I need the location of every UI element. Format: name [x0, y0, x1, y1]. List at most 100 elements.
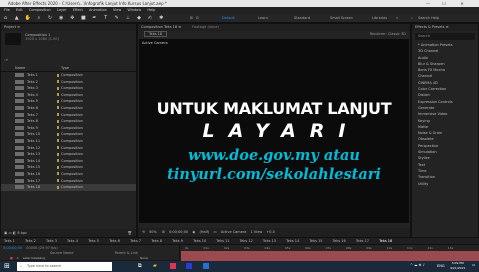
- project-item[interactable]: Teks 16 Composition: [1, 171, 136, 178]
- resolution-grid-icon[interactable]: ⊞: [162, 230, 165, 234]
- project-item[interactable]: Teks 12 Composition: [1, 145, 136, 152]
- roto-brush-tool-icon[interactable]: ✍: [147, 15, 154, 22]
- workspace-small-screen[interactable]: Small Screen: [330, 14, 353, 23]
- project-item[interactable]: Teks 9 Composition: [1, 125, 136, 132]
- clone-stamp-tool-icon[interactable]: ⊥: [124, 15, 131, 22]
- project-item[interactable]: Teks 10 Composition: [1, 131, 136, 138]
- windows-start-icon[interactable]: ⊞: [4, 262, 10, 270]
- notification-icon[interactable]: ▭: [472, 263, 475, 267]
- effects-tab[interactable]: Effects & Presets ≡: [412, 24, 478, 31]
- minimize-button[interactable]: —: [421, 0, 435, 7]
- taskbar-clock[interactable]: 3:09 PM 4/21/2021: [450, 261, 465, 271]
- timeline-tab[interactable]: Teks 1: [4, 239, 15, 243]
- timeline-tab[interactable]: Teks 13: [263, 239, 276, 243]
- project-item[interactable]: Teks 1 Composition: [1, 72, 136, 79]
- timeline-tab[interactable]: Teks 2: [25, 239, 36, 243]
- selection-tool-icon[interactable]: ▲: [13, 15, 20, 22]
- pan-behind-tool-icon[interactable]: ✥: [69, 15, 76, 22]
- col-parent-link[interactable]: Parent & Link: [115, 251, 138, 255]
- col-name-header[interactable]: Name: [15, 66, 25, 70]
- timeline-tab[interactable]: Teks 14: [286, 239, 299, 243]
- taskbar-search-box[interactable]: ⌕ Type here to search: [17, 262, 112, 271]
- menu-layer[interactable]: Layer: [57, 8, 67, 12]
- system-tray-icons[interactable]: ^ ☁ ⊕ ♪: [410, 263, 425, 267]
- timeline-tab[interactable]: Teks 12: [240, 239, 253, 243]
- project-item[interactable]: Teks 7 Composition: [1, 112, 136, 119]
- timeline-tab[interactable]: Teks 10: [193, 239, 206, 243]
- timeline-tab[interactable]: Teks 11: [216, 239, 229, 243]
- language-indicator[interactable]: ENG: [437, 264, 445, 268]
- timeline-tab-active[interactable]: Teks 18: [379, 239, 392, 243]
- app-taskbar-icon[interactable]: [170, 263, 176, 269]
- timeline-track-area[interactable]: 0s 01s 02s 03s 04s 05s 06s 07s 08s 09s 1…: [181, 245, 479, 261]
- delete-icon[interactable]: 🗑: [128, 229, 132, 237]
- view-layout-dropdown[interactable]: 1 View: [251, 230, 263, 234]
- effects-category[interactable]: Utility: [412, 181, 478, 187]
- project-tab[interactable]: Project ≡: [1, 24, 136, 31]
- bpc-label[interactable]: 8 bpc: [17, 231, 27, 235]
- 3d-view-dropdown[interactable]: Active Camera: [221, 230, 247, 234]
- project-item[interactable]: Teks 11 Composition: [1, 138, 136, 145]
- project-item[interactable]: Teks 5 Composition: [1, 98, 136, 105]
- menu-animation[interactable]: Animation: [89, 8, 107, 12]
- snapshot-icon[interactable]: ◉: [192, 230, 195, 234]
- menu-effect[interactable]: Effect: [73, 8, 83, 12]
- home-icon[interactable]: ⌂: [2, 15, 9, 22]
- menu-window[interactable]: Window: [127, 8, 141, 12]
- project-item[interactable]: Teks 14 Composition: [1, 158, 136, 165]
- project-item[interactable]: Teks 6 Composition: [1, 105, 136, 112]
- menu-file[interactable]: File: [4, 8, 10, 12]
- align-icon[interactable]: ⊞: [190, 14, 193, 23]
- timeline-tab[interactable]: Teks 4: [67, 239, 78, 243]
- hand-tool-icon[interactable]: ✋: [24, 15, 31, 22]
- timeline-tab[interactable]: Teks 9: [172, 239, 183, 243]
- time-ruler[interactable]: 0s 01s 02s 03s 04s 05s 06s 07s 08s 09s 1…: [181, 245, 479, 251]
- project-item-selected[interactable]: Teks 18 Composition: [1, 184, 136, 191]
- project-item[interactable]: Teks 8 Composition: [1, 118, 136, 125]
- timeline-tab[interactable]: Teks 7: [130, 239, 141, 243]
- menu-composition[interactable]: Composition: [29, 8, 51, 12]
- interpret-footage-icon[interactable]: ▣: [4, 231, 7, 235]
- project-search-bar[interactable]: ⌕▾: [1, 57, 136, 65]
- footage-tab[interactable]: Footage (none): [192, 25, 219, 29]
- timeline-tab[interactable]: Teks 6: [109, 239, 120, 243]
- timeline-tab[interactable]: Teks 5: [88, 239, 99, 243]
- col-source-name[interactable]: Source Name: [50, 251, 73, 255]
- magnification-dropdown[interactable]: 50%: [149, 230, 157, 234]
- menu-help[interactable]: Help: [147, 8, 155, 12]
- timeline-tab[interactable]: Teks 16: [333, 239, 346, 243]
- workspace-learn[interactable]: Learn: [258, 14, 268, 23]
- project-item[interactable]: Teks 13 Composition: [1, 151, 136, 158]
- renderer-label[interactable]: Renderer: Classic 3D: [370, 31, 406, 38]
- camera-tool-icon[interactable]: ◉: [58, 15, 65, 22]
- workspace-standard[interactable]: Standard: [294, 14, 310, 23]
- brush-tool-icon[interactable]: ✎: [113, 15, 120, 22]
- project-item[interactable]: Teks 3 Composition: [1, 85, 136, 92]
- snapping-icon[interactable]: ⊡: [196, 14, 199, 23]
- shape-tool-icon[interactable]: ■: [80, 15, 87, 22]
- viewer-timecode[interactable]: 0;00;00;00: [169, 230, 188, 234]
- project-item[interactable]: Teks 4 Composition: [1, 92, 136, 99]
- workspace-more-icon[interactable]: »: [396, 14, 398, 23]
- project-item[interactable]: Teks 2 Composition: [1, 79, 136, 86]
- workspace-libraries[interactable]: Libraries: [372, 14, 387, 23]
- menu-edit[interactable]: Edit: [16, 8, 23, 12]
- new-comp-icon[interactable]: ◧: [13, 231, 16, 235]
- after-effects-taskbar-icon[interactable]: [186, 263, 192, 269]
- always-preview-icon[interactable]: ⟲: [142, 230, 145, 234]
- zoom-tool-icon[interactable]: ⌕: [35, 15, 42, 22]
- eraser-tool-icon[interactable]: ◆: [136, 15, 143, 22]
- menu-view[interactable]: View: [113, 8, 121, 12]
- pen-tool-icon[interactable]: ✒: [91, 15, 98, 22]
- timeline-tab[interactable]: Teks 17: [356, 239, 369, 243]
- word-taskbar-icon[interactable]: [203, 263, 209, 269]
- timeline-timecode[interactable]: 0;00;00;00: [3, 246, 22, 250]
- composition-canvas[interactable]: Active Camera UNTUK MAKLUMAT LANJUT LAYA…: [139, 39, 409, 223]
- project-item[interactable]: Teks 15 Composition: [1, 164, 136, 171]
- project-item[interactable]: Teks 17 Composition: [1, 178, 136, 185]
- region-of-interest-icon[interactable]: ▭: [213, 230, 216, 234]
- new-folder-icon[interactable]: ▭: [8, 231, 11, 235]
- timeline-tab[interactable]: Teks 15: [309, 239, 322, 243]
- rotate-tool-icon[interactable]: ↻: [47, 15, 54, 22]
- timeline-tab[interactable]: Teks 8: [151, 239, 162, 243]
